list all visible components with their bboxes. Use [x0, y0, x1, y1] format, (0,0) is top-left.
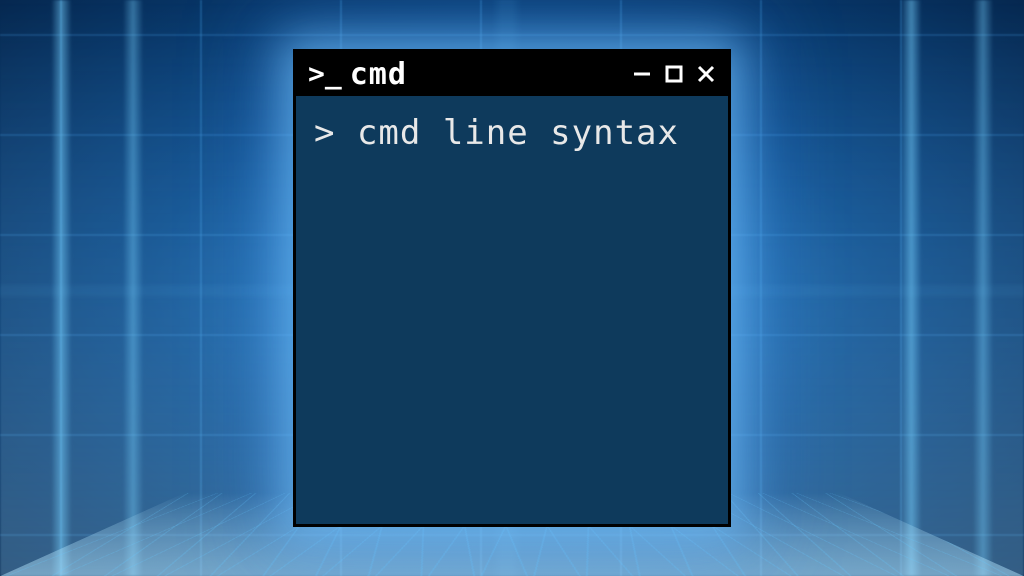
terminal-body[interactable]: > cmd line syntax: [296, 96, 728, 524]
close-icon: [696, 64, 716, 84]
minimize-icon: [632, 64, 652, 84]
prompt-icon: >_: [308, 60, 342, 88]
minimize-button[interactable]: [630, 62, 654, 86]
terminal-prompt: >: [314, 113, 357, 153]
titlebar[interactable]: >_ cmd: [296, 52, 728, 96]
window-controls: [630, 62, 718, 86]
close-button[interactable]: [694, 62, 718, 86]
terminal-command-text: cmd line syntax: [357, 113, 679, 153]
titlebar-left: >_ cmd: [308, 57, 630, 92]
maximize-icon: [664, 64, 684, 84]
terminal-window: >_ cmd > cmd line syntax: [293, 49, 731, 527]
maximize-button[interactable]: [662, 62, 686, 86]
window-title: cmd: [350, 57, 407, 92]
